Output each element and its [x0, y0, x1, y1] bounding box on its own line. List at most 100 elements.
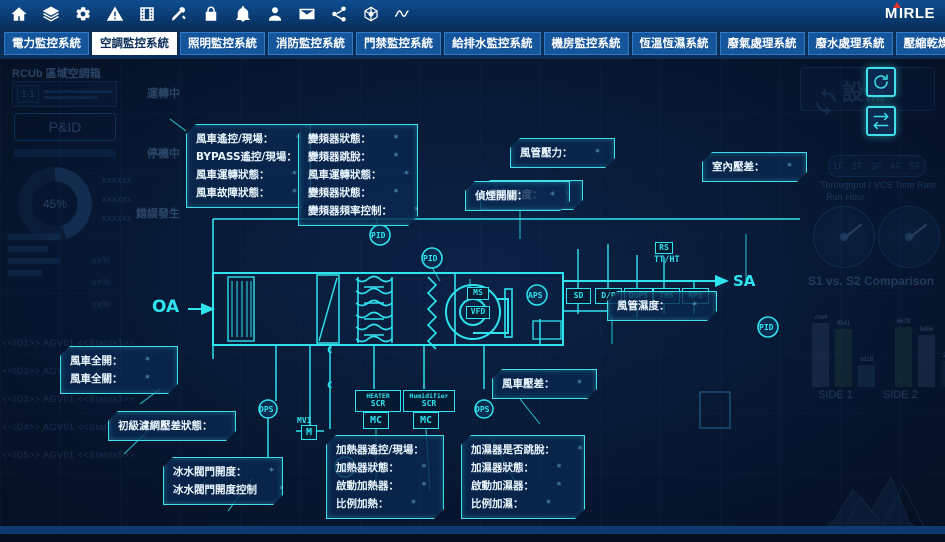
callout-row: 變頻器跳脫： *: [308, 148, 408, 166]
callout-value: *: [595, 148, 600, 158]
logo-text: IRLE: [898, 4, 935, 22]
tab-lighting-monitoring[interactable]: 照明監控系統: [180, 31, 265, 55]
callout-label: 風管濕度：: [617, 300, 670, 312]
callout-row: 冰水閥門開度控制 *: [173, 481, 273, 499]
dps-tag-left: DPS: [259, 405, 274, 414]
callout-value: *: [577, 379, 582, 389]
damper-label-top: C: [327, 346, 333, 356]
callout-room-pressure-diff[interactable]: 室內壓差： *: [702, 152, 807, 182]
scada-canvas: RCUb 區域空調箱 1-1 P&ID 45% xxxxxx xxxxxx xx…: [0, 59, 945, 534]
callout-label: 風車全關：: [70, 373, 123, 385]
callout-label: 變頻器頻率控制：: [308, 205, 392, 217]
mail-icon[interactable]: [297, 4, 316, 23]
callout-fan-control[interactable]: 風車遙控/現場：* BYPASS遙控/現場：* 風車運轉狀態：* 風車故障狀態：…: [186, 124, 311, 208]
callout-row: 啟動加濕器： *: [471, 477, 575, 495]
share-icon[interactable]: [329, 4, 348, 23]
callout-humidifier[interactable]: 加濕器是否跳脫： * 加濕器狀態： * 啟動加濕器： * 比例加濕： *: [461, 435, 585, 519]
callout-value: *: [421, 481, 427, 491]
tab-water-monitoring[interactable]: 給排水監控系統: [444, 31, 541, 55]
callout-label: 加濕器是否跳脫：: [471, 444, 555, 456]
network-icon[interactable]: [361, 4, 380, 23]
callout-value: *: [145, 374, 150, 384]
callout-duct-humidity[interactable]: 風管濕度： *: [607, 291, 717, 321]
gear-icon[interactable]: [73, 4, 92, 23]
trend-icon[interactable]: [393, 4, 412, 23]
mv1-tag: MV1: [297, 416, 312, 425]
callout-row: 風車運轉狀態： *: [196, 166, 301, 184]
callout-row: 初級濾網壓差狀態： *: [118, 417, 226, 435]
rs-tag-box[interactable]: RS: [655, 242, 673, 254]
callout-label: 啟動加熱器：: [336, 480, 399, 492]
logo-mark: M: [884, 1, 901, 22]
tab-power-monitoring[interactable]: 電力監控系統: [4, 31, 89, 55]
callout-vfd-status[interactable]: 變頻器狀態： * 變頻器跳脫： * 風車運轉狀態： * 變頻器狀態： * 變頻器頻率控制…: [298, 124, 418, 226]
callout-fan-pressure-diff[interactable]: 風車壓差： *: [492, 369, 597, 399]
oa-inlet-label: OA: [152, 297, 180, 317]
callout-chilled-valve[interactable]: 冰水閥門開度： * 冰水閥門開度控制 *: [163, 457, 283, 505]
home-icon[interactable]: [9, 4, 28, 23]
callout-duct-pressure[interactable]: 風管壓力： *: [510, 138, 615, 168]
callout-row: 室內壓差： *: [712, 158, 797, 176]
heater-scr-box[interactable]: HEATER SCR: [355, 390, 401, 412]
humidifier-mc-box[interactable]: MC: [413, 412, 439, 429]
swap-button[interactable]: [866, 106, 896, 136]
callout-prefilter-dp[interactable]: 初級濾網壓差狀態： *: [108, 411, 236, 441]
callout-label: 初級濾網壓差狀態：: [118, 420, 213, 432]
ms-tag-box[interactable]: MS: [467, 287, 489, 300]
tab-fire-monitoring[interactable]: 消防監控系統: [268, 31, 353, 55]
callout-label: 偵煙開關：: [475, 190, 528, 202]
tab-compressed-dry-air[interactable]: 壓縮乾燥空氣系統: [895, 31, 945, 55]
callout-row: 風車全開： *: [70, 352, 168, 370]
tab-exhaust-gas-treatment[interactable]: 廢氣處理系統: [719, 31, 805, 55]
tools-icon[interactable]: [169, 4, 188, 23]
callout-value: *: [145, 356, 150, 366]
callout-row: 變頻器狀態： *: [308, 184, 408, 202]
lock-icon[interactable]: [201, 4, 220, 23]
refresh-button[interactable]: [866, 67, 896, 97]
callout-label: 冰水閥門開度控制: [173, 484, 257, 496]
tab-access-monitoring[interactable]: 門禁監控系統: [356, 31, 441, 55]
callout-row: 風管壓力： *: [520, 144, 605, 162]
tab-hvac-monitoring[interactable]: 空調監控系統: [92, 31, 177, 55]
callout-row: 冰水閥門開度： *: [173, 463, 273, 481]
callout-row: 風管濕度： *: [617, 297, 707, 315]
alert-icon[interactable]: [105, 4, 124, 23]
bell-icon[interactable]: [233, 4, 252, 23]
callout-row: 風車全關： *: [70, 370, 168, 388]
callout-row: 比例加濕： *: [471, 495, 575, 513]
top-toolbar: M IRLE: [0, 0, 945, 27]
vfd-tag-box[interactable]: VFD: [466, 306, 490, 319]
mirle-logo: M IRLE: [884, 1, 935, 23]
pid-tag-2: PID: [423, 254, 438, 263]
humidifier-scr-label-2: SCR: [421, 399, 437, 409]
callout-row: 變頻器頻率控制： *: [308, 202, 408, 220]
callout-heater[interactable]: 加熱器遙控/現場： * 加熱器狀態： * 啟動加熱器： * 比例加熱： *: [326, 435, 444, 519]
callout-label: 變頻器狀態：: [308, 133, 371, 145]
callout-fan-open-close[interactable]: 風車全開： * 風車全關： *: [60, 346, 178, 394]
callout-value: *: [692, 301, 697, 311]
humidifier-scr-box[interactable]: Humidifier SCR: [403, 390, 455, 412]
callout-value: *: [393, 188, 399, 198]
pid-tag-3: PID: [759, 323, 774, 332]
damper-label-bottom: C: [327, 381, 333, 391]
callout-row: 加濕器是否跳脫： *: [471, 441, 575, 459]
callout-value: *: [556, 481, 562, 491]
callout-value: *: [550, 191, 555, 201]
sensor-tag-sd[interactable]: SD: [566, 288, 591, 304]
callout-label: 加熱器遙控/現場：: [336, 444, 424, 456]
callout-row: 啟動加熱器： *: [336, 477, 434, 495]
callout-label: 啟動加濕器：: [471, 480, 534, 492]
film-icon[interactable]: [137, 4, 156, 23]
tab-wastewater-treatment[interactable]: 廢水處理系統: [807, 31, 893, 55]
callout-row: 風車運轉狀態： *: [308, 166, 408, 184]
callout-value: *: [787, 162, 792, 172]
heater-mc-box[interactable]: MC: [363, 412, 389, 429]
callout-smoke-switch[interactable]: 偵煙開關： *: [465, 181, 570, 211]
tab-machine-room-monitoring[interactable]: 機房監控系統: [543, 31, 629, 55]
layers-icon[interactable]: [41, 4, 60, 23]
pid-tag-1: PID: [371, 231, 386, 240]
user-icon[interactable]: [265, 4, 284, 23]
tab-constant-temp-humidity[interactable]: 恆溫恆濕系統: [631, 31, 717, 55]
callout-label: 加熱器狀態：: [336, 462, 399, 474]
mv1-valve-box[interactable]: M: [301, 425, 317, 440]
